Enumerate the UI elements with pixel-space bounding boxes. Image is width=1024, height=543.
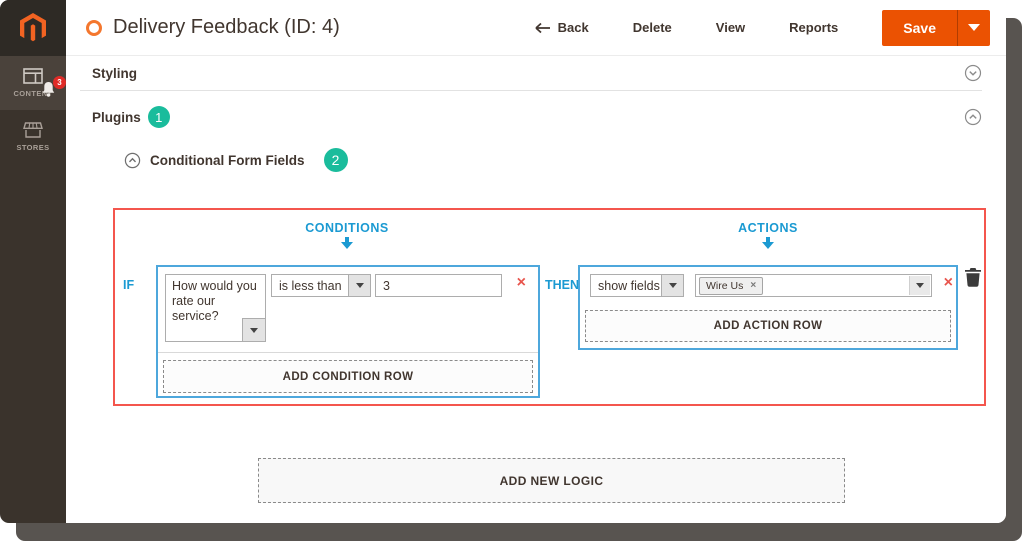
add-new-logic-button[interactable]: ADD NEW LOGIC (258, 458, 845, 503)
back-arrow-icon (535, 22, 550, 33)
section-divider (80, 90, 982, 91)
save-split-button: Save (882, 9, 990, 46)
plugins-section-title: Plugins (92, 109, 141, 125)
delete-button[interactable]: Delete (633, 20, 672, 35)
add-condition-row-button[interactable]: ADD CONDITION ROW (163, 360, 533, 393)
action-type-dropdown-button[interactable] (661, 275, 683, 296)
view-label: View (715, 20, 746, 35)
plugins-collapse-chevron-up-icon[interactable] (964, 108, 982, 126)
condition-operator-select[interactable]: is less than (271, 274, 371, 297)
delete-logic-trash-icon[interactable] (965, 268, 981, 287)
conditions-header-label: CONDITIONS (305, 221, 389, 235)
selected-field-tag: Wire Us × (699, 276, 764, 295)
condition-operator-value: is less than (279, 278, 342, 293)
styling-section-header: Styling (92, 58, 982, 88)
add-action-row-button[interactable]: ADD ACTION ROW (585, 310, 951, 342)
remove-tag-icon[interactable]: × (750, 280, 756, 292)
conditional-form-fields-header: Conditional Form Fields 2 (124, 147, 348, 173)
main-content: Styling Plugins 1 Conditional Form Field (66, 56, 1006, 523)
arrow-down-icon (341, 237, 353, 249)
notification-count-badge: 3 (53, 76, 66, 89)
sidebar-item-label: STORES (16, 143, 50, 152)
condition-field-select[interactable]: How would you rate our service? (165, 274, 266, 342)
plugins-section-header: Plugins 1 (92, 102, 982, 132)
sidebar-item-stores[interactable]: STORES (0, 110, 66, 164)
form-status-icon (86, 19, 102, 36)
action-fields-multiselect[interactable]: Wire Us × (695, 274, 932, 297)
step-badge-2: 2 (323, 148, 348, 172)
conditions-column-header: CONDITIONS (156, 221, 538, 249)
save-button[interactable]: Save (882, 10, 957, 46)
chevron-down-icon (355, 283, 364, 288)
actions-column-header: ACTIONS (578, 221, 958, 249)
magento-logo-icon (20, 13, 46, 42)
chevron-down-icon (916, 283, 924, 288)
condition-field-dropdown-button[interactable] (242, 318, 265, 341)
chevron-down-icon (968, 24, 980, 31)
reports-button[interactable]: Reports (789, 20, 838, 35)
action-type-value: show fields (598, 278, 660, 293)
conditions-group: How would you rate our service? is less … (156, 265, 540, 398)
stores-icon (23, 122, 43, 138)
view-button[interactable]: View (716, 20, 745, 35)
sidebar-item-content[interactable]: CONTENT 3 (0, 56, 66, 110)
conditional-collapse-chevron-up-icon[interactable] (124, 152, 141, 169)
content-icon (23, 68, 43, 84)
styling-section-title: Styling (92, 65, 138, 81)
styling-expand-chevron-down-icon[interactable] (964, 64, 982, 82)
app-window: CONTENT 3 STORES Delivery Feedback (ID: (0, 0, 1006, 523)
if-keyword: IF (123, 278, 135, 292)
conditional-form-fields-title: Conditional Form Fields (150, 152, 305, 168)
back-label: Back (557, 20, 589, 35)
chevron-down-icon (668, 283, 677, 288)
remove-action-icon[interactable]: × (944, 275, 953, 291)
delete-label: Delete (632, 20, 672, 35)
condition-value-input[interactable] (375, 274, 502, 297)
back-button[interactable]: Back (534, 20, 589, 35)
actions-group: show fields Wire Us × × ADD ACTION ROW (578, 265, 958, 350)
chevron-down-icon (250, 327, 258, 333)
selected-field-tag-label: Wire Us (706, 279, 744, 292)
logic-rule-container: CONDITIONS ACTIONS IF How would you rate… (113, 208, 986, 406)
reports-label: Reports (789, 20, 839, 35)
conditions-footer-divider (158, 352, 538, 353)
then-keyword: THEN (545, 278, 580, 292)
step-badge-1: 1 (147, 106, 170, 128)
page-header: Delivery Feedback (ID: 4) Back Delete Vi… (66, 0, 1006, 56)
action-type-select[interactable]: show fields (590, 274, 684, 297)
actions-header-label: ACTIONS (738, 221, 798, 235)
remove-condition-icon[interactable]: × (517, 275, 526, 291)
magento-logo[interactable] (0, 0, 66, 56)
arrow-down-icon (762, 237, 774, 249)
admin-sidebar: CONTENT 3 STORES (0, 0, 66, 523)
page-title: Delivery Feedback (ID: 4) (113, 16, 340, 38)
save-options-toggle[interactable] (957, 9, 990, 46)
fields-dropdown-button[interactable] (909, 276, 930, 295)
condition-operator-dropdown-button[interactable] (348, 275, 370, 296)
